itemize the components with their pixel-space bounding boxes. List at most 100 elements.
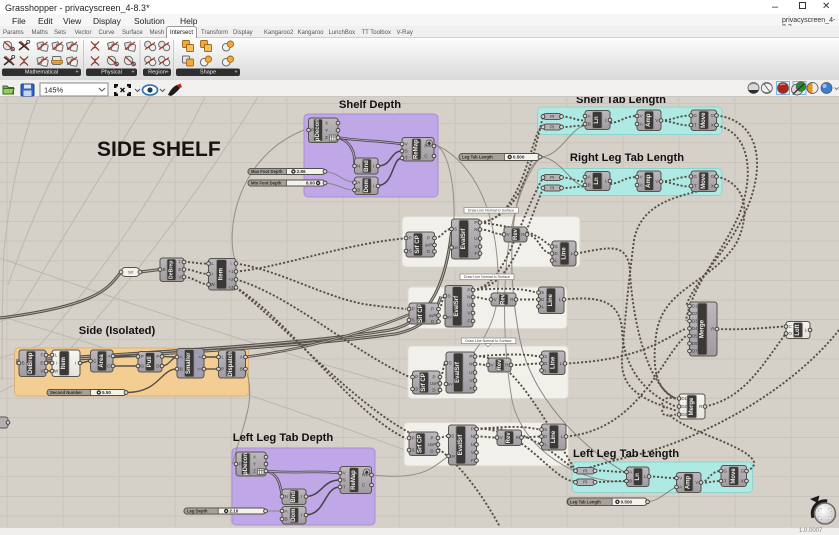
svg-text:Shelf Depth: Shelf Depth — [339, 99, 401, 111]
svg-text:Amp: Amp — [646, 174, 652, 188]
svg-text:A: A — [357, 180, 360, 185]
svg-text:Draw Line Normal to Surface: Draw Line Normal to Surface — [464, 275, 510, 279]
svg-text:U: U — [471, 442, 474, 447]
svg-text:A: A — [285, 509, 288, 514]
svg-text:EvalSrf: EvalSrf — [458, 434, 464, 456]
svg-text:G: G — [693, 113, 697, 118]
svg-text:I: I — [301, 513, 302, 518]
svg-text:X: X — [711, 123, 714, 128]
svg-text:pDecon: pDecon — [243, 453, 249, 475]
svg-text:V: V — [40, 369, 43, 374]
svg-text:U: U — [474, 236, 477, 241]
svg-text:G: G — [741, 469, 745, 474]
svg-text:C: C — [107, 364, 110, 369]
svg-text:Bnd: Bnd — [291, 491, 297, 503]
svg-text:T: T — [694, 184, 697, 189]
svg-text:V: V — [491, 363, 494, 368]
svg-text:S: S — [412, 318, 415, 323]
svg-text:E: E — [40, 361, 43, 366]
svg-text:G: G — [93, 359, 97, 364]
svg-text:N: N — [357, 164, 360, 169]
svg-text:S: S — [454, 227, 457, 232]
svg-text:Line: Line — [562, 247, 568, 260]
svg-text:Srf CP: Srf CP — [415, 235, 421, 253]
svg-text:Right Leg Tab Length: Right Leg Tab Length — [570, 152, 684, 164]
svg-text:S: S — [405, 149, 408, 154]
svg-text:U: U — [467, 303, 470, 308]
svg-text:T: T — [405, 156, 408, 161]
svg-text:A: A — [240, 355, 243, 360]
svg-text:Rev: Rev — [506, 432, 512, 444]
svg-text:P: P — [239, 462, 242, 467]
svg-text:I: I — [373, 184, 374, 189]
svg-text:B: B — [357, 188, 360, 193]
svg-text:S: S — [343, 478, 346, 483]
svg-text:D: D — [427, 249, 430, 254]
svg-text:<: < — [199, 355, 202, 360]
svg-text:Rev: Rev — [497, 359, 503, 371]
svg-text:D: D — [555, 251, 558, 256]
svg-text:C: C — [362, 483, 365, 488]
svg-text:uv: uv — [447, 315, 452, 320]
svg-text:S: S — [544, 354, 547, 359]
svg-text:D7: D7 — [692, 349, 698, 354]
svg-text:S: S — [555, 244, 558, 249]
svg-text:Second Number: Second Number — [50, 390, 82, 395]
svg-text:Ln: Ln — [594, 177, 600, 185]
svg-text:F: F — [40, 353, 43, 358]
svg-text:I: I — [301, 494, 302, 499]
svg-text:6.00: 6.00 — [306, 181, 315, 186]
svg-text:S: S — [409, 249, 412, 254]
svg-text:C: C — [789, 324, 792, 329]
svg-text:V: V — [405, 142, 408, 147]
svg-text:U: U — [469, 370, 472, 375]
svg-text:S: S — [451, 434, 454, 439]
svg-text:Leg Depth: Leg Depth — [187, 509, 208, 514]
svg-text:Ln: Ln — [635, 473, 641, 481]
svg-text:D: D — [544, 361, 547, 366]
svg-text:EvalSrf: EvalSrf — [454, 295, 460, 317]
svg-text:5.50: 5.50 — [102, 390, 111, 395]
svg-text:R: R — [521, 232, 524, 237]
svg-text:D: D — [156, 364, 159, 369]
svg-text:D: D — [430, 449, 433, 454]
svg-text:DeBrep: DeBrep — [28, 352, 34, 374]
svg-text:G: G — [693, 174, 697, 179]
svg-text:R: R — [510, 297, 513, 302]
svg-text:Side (Isolated): Side (Isolated) — [79, 325, 156, 337]
svg-text:F: F — [178, 260, 181, 265]
svg-text:Rev: Rev — [513, 228, 519, 240]
svg-text:C: C — [424, 154, 427, 159]
svg-text:B: B — [588, 183, 591, 188]
svg-text:Move: Move — [701, 112, 707, 128]
svg-text:I: I — [373, 164, 374, 169]
svg-text:R: R — [699, 404, 702, 409]
svg-text:V: V — [695, 480, 698, 485]
svg-text:Srf: Srf — [128, 270, 134, 275]
svg-text:uvP: uvP — [425, 243, 433, 248]
svg-text:V: V — [469, 378, 472, 383]
svg-text:S: S — [448, 294, 451, 299]
svg-text:uv: uv — [450, 454, 455, 459]
svg-text:X: X — [253, 455, 256, 460]
svg-text:Leg Tab Length: Leg Tab Length — [570, 499, 601, 504]
svg-text:Dom: Dom — [364, 179, 370, 192]
svg-text:Merge: Merge — [699, 319, 706, 338]
svg-text:G: G — [711, 174, 715, 179]
svg-text:B: B — [588, 122, 591, 127]
svg-text:E: E — [178, 267, 181, 272]
svg-text:P: P — [412, 436, 415, 441]
svg-text:S: S — [544, 427, 547, 432]
svg-text:N: N — [474, 227, 477, 232]
svg-text:0.500: 0.500 — [513, 155, 525, 160]
svg-text:D2: D2 — [692, 311, 698, 316]
svg-text:N: N — [285, 494, 288, 499]
svg-text:D1: D1 — [681, 396, 687, 401]
svg-text:V: V — [655, 118, 658, 123]
svg-text:UvP: UvP — [428, 442, 436, 447]
svg-text:A: A — [588, 175, 591, 180]
svg-text:S: S — [449, 361, 452, 366]
svg-text:D6: D6 — [692, 341, 698, 346]
svg-text:A: A — [107, 354, 110, 359]
svg-text:X: X — [325, 121, 328, 126]
